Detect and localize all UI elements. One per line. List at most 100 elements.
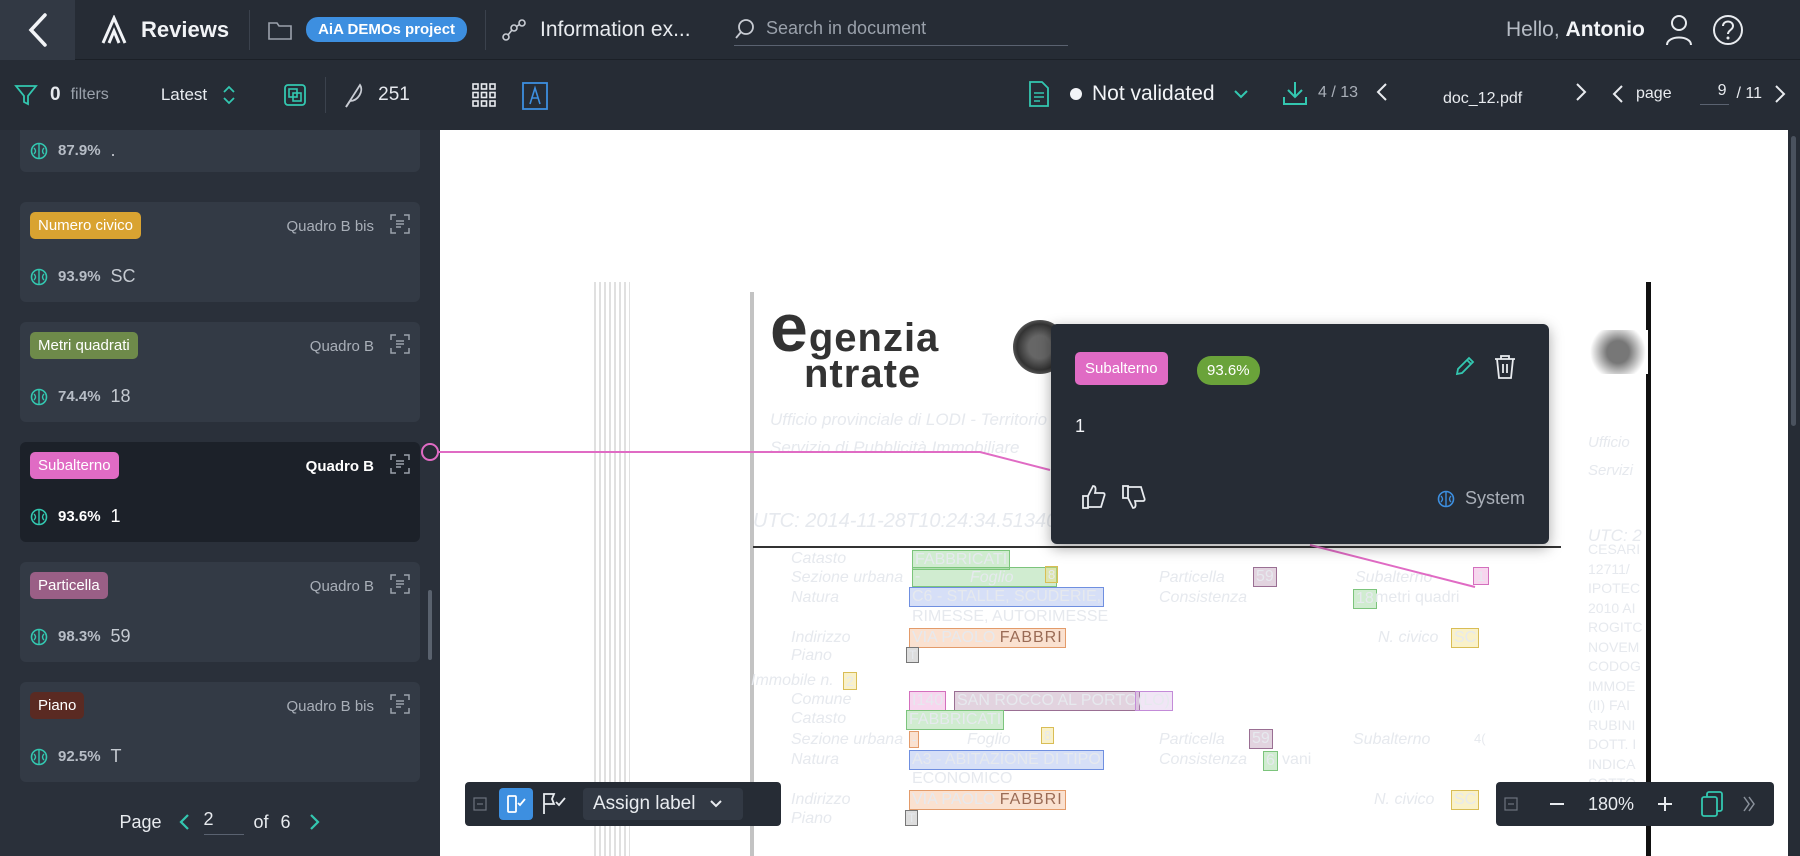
project-selector[interactable]: AiA DEMOs project: [268, 17, 468, 42]
copy-pages-icon[interactable]: [1700, 791, 1724, 817]
select-tool-button[interactable]: [499, 788, 533, 820]
locate-icon[interactable]: [390, 574, 410, 594]
annotations-counter[interactable]: 251: [342, 81, 410, 109]
annotation-highlight[interactable]: A3 - ABITAZIONE DI TIPO: [909, 750, 1104, 770]
prev-doc-button[interactable]: [1376, 82, 1388, 102]
pager-current-input[interactable]: 2: [203, 809, 244, 835]
annotations-count: 251: [378, 84, 410, 105]
field-label: Sezione urbana: [791, 569, 904, 586]
user-icon[interactable]: [1664, 14, 1694, 46]
brain-icon: [30, 142, 48, 159]
field-label: Subalterno: [1353, 731, 1431, 748]
locate-icon[interactable]: [390, 454, 410, 474]
field-label: N. civico: [1378, 629, 1439, 646]
thumbs-up-icon[interactable]: [1081, 484, 1107, 510]
document-toolbar: 0 filters Latest 251 Not validated 4 / 1…: [0, 60, 1800, 130]
locate-icon[interactable]: [390, 214, 410, 234]
annotation-highlight[interactable]: -: [909, 731, 920, 748]
annotation-card[interactable]: Metri quadrati Quadro B 74.4% 18: [20, 322, 420, 422]
page-current-input[interactable]: 9: [1699, 82, 1729, 105]
annotation-card-selected[interactable]: Subalterno Quadro B 93.6% 1: [20, 442, 420, 542]
sort-select[interactable]: Latest: [161, 84, 237, 106]
project-badge[interactable]: AiA DEMOs project: [306, 17, 468, 42]
annotation-highlight[interactable]: C6 - STALLE, SCUDERIE,: [909, 587, 1105, 607]
annotation-highlight[interactable]: 2: [843, 672, 857, 690]
download-button[interactable]: 4 / 13: [1282, 80, 1358, 106]
confidence-score: 87.9%: [58, 142, 101, 159]
validation-status-select[interactable]: Not validated: [1070, 82, 1249, 106]
confidence-score: 92.5%: [58, 748, 101, 765]
trash-icon[interactable]: [1493, 354, 1517, 380]
annotation-highlight[interactable]: I140: [909, 691, 947, 711]
double-chevron-right-icon[interactable]: [1742, 795, 1756, 813]
brain-icon: [30, 388, 48, 405]
user-name: Antonio: [1565, 18, 1645, 41]
next-page-icon[interactable]: [309, 813, 321, 831]
filters-button[interactable]: 0 filters: [14, 83, 109, 107]
brain-icon: [30, 268, 48, 285]
workflow-icon: [502, 18, 526, 41]
annotation-card[interactable]: Piano Quadro B bis 92.5% T: [20, 682, 420, 782]
annotation-highlight[interactable]: 59: [1249, 729, 1273, 749]
annotation-card[interactable]: Numero civico Quadro B bis 93.9% SC: [20, 202, 420, 302]
assign-label-select[interactable]: Assign label: [583, 788, 743, 820]
annotation-highlight[interactable]: VIA PAOLO FABBRI: [909, 790, 1066, 810]
zoom-out-icon[interactable]: [1548, 795, 1566, 813]
annotation-highlight[interactable]: FABBRICATI: [906, 710, 1005, 730]
locate-icon[interactable]: [390, 694, 410, 714]
list-tools: 0 filters Latest 251: [0, 60, 440, 130]
annotation-highlight[interactable]: (LO): [1135, 691, 1173, 711]
annotation-highlight[interactable]: 8: [1045, 566, 1059, 583]
next-page-icon[interactable]: [1774, 84, 1786, 104]
back-button[interactable]: [0, 0, 75, 60]
annotation-card[interactable]: 87.9% .: [20, 130, 420, 172]
field-label: Subalterno: [1355, 569, 1433, 586]
annotation-popup: Subalterno 93.6% 1 System: [1051, 324, 1549, 544]
feather-icon: [345, 83, 363, 108]
collapse-icon[interactable]: [473, 797, 487, 811]
annotation-highlight[interactable]: SC: [1451, 628, 1480, 648]
next-doc-icon[interactable]: [1575, 82, 1587, 102]
annotation-highlight-selected[interactable]: 1: [1473, 567, 1489, 585]
prev-page-icon[interactable]: [178, 813, 190, 831]
prev-page-icon[interactable]: [1612, 84, 1624, 104]
zoom-in-icon[interactable]: [1656, 795, 1674, 813]
thumbs-down-icon[interactable]: [1121, 484, 1147, 510]
section-name: Quadro B: [305, 458, 374, 475]
status-dot: [1070, 88, 1082, 100]
locate-icon[interactable]: [390, 334, 410, 354]
app-logo[interactable]: Reviews: [99, 14, 230, 45]
label-toolbar: Assign label: [465, 782, 781, 826]
annotation-highlight[interactable]: T: [905, 810, 919, 826]
edit-icon[interactable]: [1453, 354, 1477, 378]
app-title: Reviews: [141, 16, 230, 42]
flag-check-icon[interactable]: [541, 792, 567, 816]
text-layer-icon[interactable]: [522, 82, 548, 110]
annotation-highlight[interactable]: 59: [1253, 567, 1277, 587]
field-value: ECONOMICO: [912, 770, 1013, 787]
group-view-icon[interactable]: [283, 83, 307, 107]
collapse-icon[interactable]: [1504, 797, 1518, 811]
help-icon[interactable]: [1712, 14, 1744, 46]
sidebar-scrollbar[interactable]: [428, 590, 432, 660]
scroll-thumb[interactable]: [1791, 136, 1796, 426]
annotation-highlight[interactable]: T: [906, 647, 920, 663]
annotation-highlight[interactable]: 8: [1041, 727, 1055, 744]
annotation-highlight[interactable]: 6: [1263, 751, 1278, 771]
score-row: 93.6% 1: [30, 506, 121, 527]
brain-icon: [30, 508, 48, 525]
workflow-selector[interactable]: Information ex...: [502, 18, 691, 42]
side-line: ROGITC: [1588, 619, 1643, 635]
annotation-card[interactable]: Particella Quadro B 98.3% 59: [20, 562, 420, 662]
extracted-value: T: [110, 746, 122, 766]
side-line: IPOTEC: [1588, 580, 1641, 596]
top-bar: Reviews AiA DEMOs project Information ex…: [0, 0, 1800, 60]
search-input[interactable]: [766, 18, 1056, 39]
grid-icon[interactable]: [472, 83, 496, 107]
annotation-highlight[interactable]: VIA PAOLO FABBRI: [909, 628, 1066, 648]
annotation-highlight[interactable]: SC: [1451, 790, 1480, 810]
document-icon[interactable]: [1028, 80, 1050, 108]
annotation-highlight[interactable]: SAN ROCCO AL PORTO: [954, 691, 1141, 711]
score-row: 87.9% .: [30, 140, 116, 161]
viewer-scrollbar[interactable]: [1788, 130, 1800, 856]
